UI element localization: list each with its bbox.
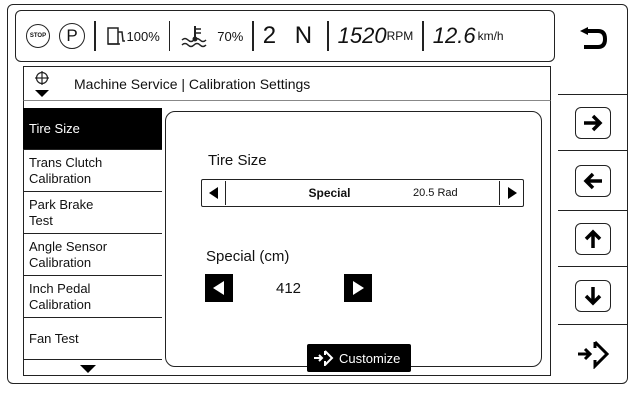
up-button[interactable]	[558, 210, 627, 266]
menu-item-label: Trans Clutch Calibration	[29, 154, 103, 186]
back-button[interactable]	[558, 10, 627, 70]
arrow-down-icon	[584, 286, 601, 305]
park-brake-icon: P	[59, 23, 85, 49]
customize-label: Customize	[339, 350, 401, 366]
tire-size-selector: Special 20.5 Rad	[201, 179, 524, 207]
divider	[327, 21, 329, 51]
menu-item-fan-test[interactable]: Fan Test	[23, 318, 162, 360]
menu-item-label: Fan Test	[29, 330, 79, 346]
page-header: Machine Service | Calibration Settings	[23, 66, 551, 101]
rpm-value: 1520	[337, 23, 387, 48]
stop-icon: STOP	[26, 24, 50, 48]
arrow-right-icon	[583, 114, 602, 131]
coolant-value: 70%	[217, 28, 244, 44]
enter-icon	[314, 350, 334, 366]
tire-size-detail: 20.5 Rad	[413, 187, 458, 199]
fuel-indicator: 100%	[105, 11, 160, 61]
tire-size-prev-button[interactable]	[202, 181, 226, 205]
enter-icon	[577, 340, 609, 369]
customize-button[interactable]: Customize	[307, 344, 411, 372]
speed-indicator: 12.6 km/h	[433, 11, 504, 61]
divider	[168, 21, 171, 51]
gear-indicator: 2 N	[262, 22, 319, 49]
tire-size-value: Special	[308, 186, 351, 200]
menu-item-label: Inch Pedal Calibration	[29, 280, 92, 312]
menu-item-inch-pedal-calibration[interactable]: Inch Pedal Calibration	[23, 276, 162, 318]
chevron-left-icon	[213, 281, 224, 295]
arrow-up-icon	[584, 229, 601, 248]
navigation-buttons	[558, 10, 627, 384]
rpm-unit: RPM	[386, 29, 414, 43]
menu-item-label: Park Brake Test	[29, 196, 94, 228]
menu-item-label: Tire Size	[29, 120, 80, 136]
fuel-icon	[106, 27, 125, 45]
back-icon	[579, 27, 607, 49]
special-cm-stepper: 412	[205, 274, 372, 302]
service-menu-icon[interactable]	[32, 70, 52, 98]
rpm-indicator: 1520 RPM	[338, 11, 414, 61]
divider	[422, 21, 424, 51]
menu-item-trans-clutch-calibration[interactable]: Trans Clutch Calibration	[23, 150, 162, 192]
decrement-button[interactable]	[205, 274, 233, 302]
down-button[interactable]	[558, 266, 627, 324]
speed-value: 12.6	[432, 23, 476, 48]
speed-unit: km/h	[477, 29, 504, 43]
scroll-down-icon[interactable]	[80, 365, 96, 373]
divider	[252, 21, 254, 51]
enter-button[interactable]	[558, 324, 627, 382]
tire-size-panel	[165, 111, 542, 367]
arrow-left-icon	[583, 172, 602, 189]
chevron-right-icon	[507, 187, 517, 199]
status-bar: STOP P 100% 70% 2 N 1520 RPM 12.6 km/h	[15, 10, 555, 62]
page-title: Machine Service | Calibration Settings	[74, 76, 311, 92]
tire-size-label: Tire Size	[208, 152, 267, 169]
right-button[interactable]	[558, 94, 627, 150]
menu-item-angle-sensor-calibration[interactable]: Angle Sensor Calibration	[23, 234, 162, 276]
menu-item-tire-size[interactable]: Tire Size	[23, 108, 162, 150]
chevron-right-icon	[353, 281, 364, 295]
fuel-value: 100%	[126, 28, 160, 44]
tire-size-next-button[interactable]	[499, 181, 523, 205]
divider	[94, 21, 96, 51]
menu-item-label: Angle Sensor Calibration	[29, 238, 108, 270]
calibration-menu: Tire Size Trans Clutch Calibration Park …	[23, 108, 162, 363]
left-button[interactable]	[558, 150, 627, 210]
increment-button[interactable]	[344, 274, 372, 302]
special-cm-label: Special (cm)	[206, 248, 290, 265]
coolant-indicator: 70%	[179, 11, 243, 61]
special-cm-value: 412	[275, 279, 302, 297]
chevron-left-icon	[208, 187, 218, 199]
coolant-temperature-icon	[181, 26, 207, 48]
menu-item-park-brake-test[interactable]: Park Brake Test	[23, 192, 162, 234]
